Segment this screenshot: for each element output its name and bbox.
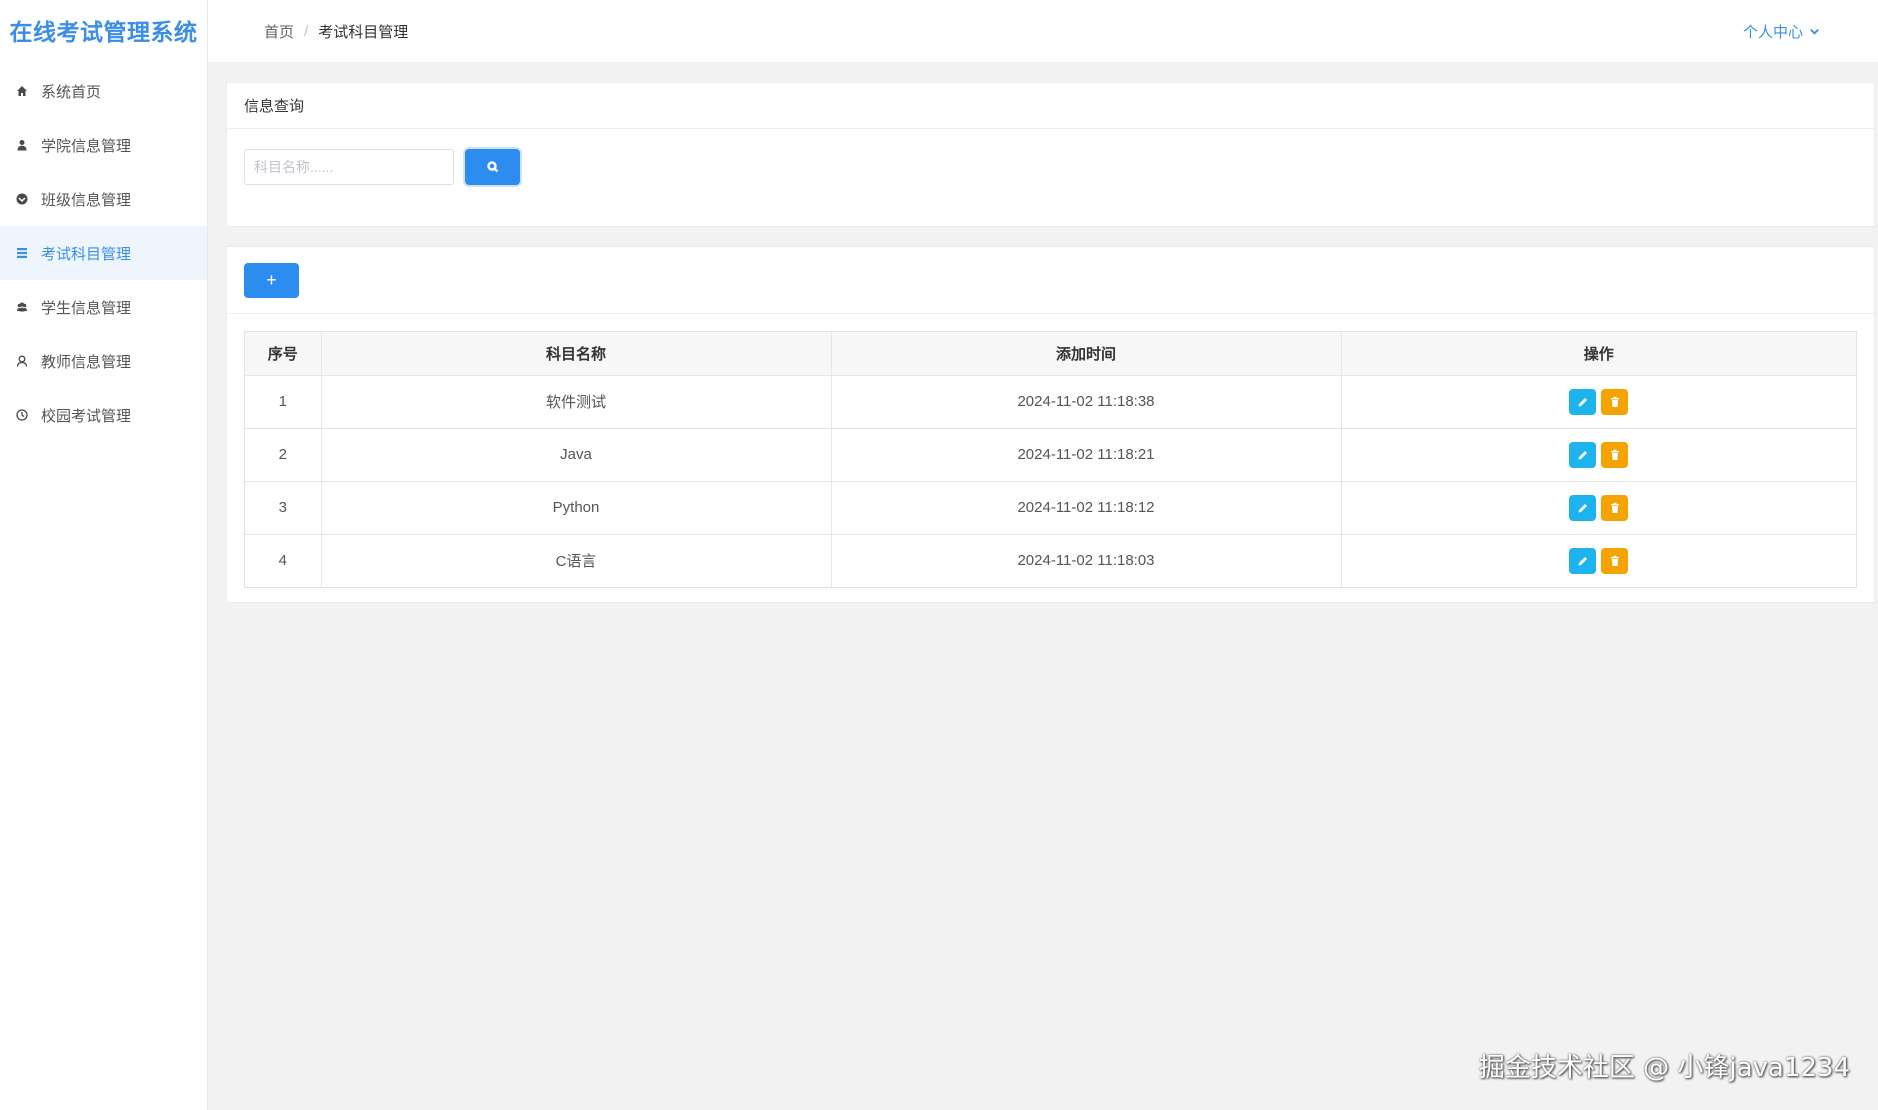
delete-button[interactable] [1601, 547, 1629, 574]
app-title: 在线考试管理系统 [9, 19, 198, 45]
row-actions [1569, 441, 1629, 468]
home-icon [15, 84, 29, 98]
trash-icon [1610, 396, 1619, 407]
sidebar-item-subject[interactable]: 考试科目管理 [0, 226, 207, 280]
breadcrumb-current: 考试科目管理 [318, 23, 409, 41]
teacher-icon [15, 354, 29, 368]
pencil-icon [1578, 397, 1587, 406]
edit-button[interactable] [1569, 388, 1597, 415]
sidebar-item-label: 校园考试管理 [41, 407, 132, 425]
sidebar-item-label: 系统首页 [41, 83, 102, 101]
header-index: 序号 [245, 332, 322, 376]
row-actions [1569, 547, 1629, 574]
topbar: 首页 / 考试科目管理 个人中心 [208, 0, 1878, 63]
header-time: 添加时间 [831, 332, 1342, 376]
sidebar-item-home[interactable]: 系统首页 [0, 64, 207, 118]
cell-time: 2024-11-02 11:18:03 [831, 534, 1342, 587]
pencil-icon [1578, 556, 1587, 566]
sidebar-item-label: 班级信息管理 [41, 191, 132, 209]
breadcrumb-separator: / [304, 22, 309, 40]
pencil-icon [1578, 503, 1587, 512]
delete-button[interactable] [1601, 441, 1629, 468]
cell-time: 2024-11-02 11:18:38 [831, 375, 1342, 429]
table-header-row: 序号 科目名称 添加时间 操作 [245, 332, 1856, 376]
table-row: 1 软件测试 2024-11-02 11:18:38 [245, 375, 1856, 429]
header-name: 科目名称 [321, 332, 832, 376]
clock-icon [15, 408, 29, 422]
subject-name-input[interactable] [244, 149, 454, 185]
trash-icon [1610, 502, 1619, 513]
cell-name: Python [321, 481, 832, 535]
chevron-down-icon [1810, 28, 1819, 35]
users-icon [15, 300, 29, 314]
header-ops: 操作 [1341, 332, 1856, 376]
row-actions [1569, 388, 1629, 415]
add-subject-button[interactable]: + [244, 262, 299, 298]
table-row: 3 Python 2024-11-02 11:18:12 [245, 481, 1856, 535]
pencil-icon [1578, 450, 1587, 459]
cell-name: 软件测试 [321, 375, 832, 429]
sidebar-item-label: 学院信息管理 [41, 137, 132, 155]
search-panel: 信息查询 [226, 82, 1875, 227]
cell-index: 4 [245, 534, 322, 587]
cell-ops [1341, 428, 1856, 482]
sidebar: 在线考试管理系统 系统首页 学院信息管理 班级信息管理 考试科目管理 学生信息管… [0, 0, 208, 1110]
cell-time: 2024-11-02 11:18:21 [831, 428, 1342, 482]
breadcrumb: 首页 / 考试科目管理 [208, 21, 408, 42]
table-row: 2 Java 2024-11-02 11:18:21 [245, 428, 1856, 482]
cell-ops [1341, 481, 1856, 535]
sidebar-item-label: 考试科目管理 [41, 245, 132, 263]
breadcrumb-home[interactable]: 首页 [264, 21, 294, 42]
trash-icon [1610, 449, 1619, 460]
sidebar-item-label: 学生信息管理 [41, 299, 132, 317]
search-icon [486, 161, 498, 173]
cell-name: C语言 [321, 534, 832, 587]
subject-table-wrapper: 序号 科目名称 添加时间 操作 1 软件测试 2024-11-02 11:18:… [244, 331, 1857, 588]
sidebar-item-class[interactable]: 班级信息管理 [0, 172, 207, 226]
list-icon [15, 246, 29, 260]
toolbar: + [227, 247, 1874, 314]
cell-index: 1 [245, 375, 322, 429]
search-row [227, 129, 1874, 185]
sidebar-item-teacher[interactable]: 教师信息管理 [0, 334, 207, 388]
user-center-dropdown[interactable]: 个人中心 [1743, 21, 1820, 42]
sidebar-item-student[interactable]: 学生信息管理 [0, 280, 207, 334]
table-row: 4 C语言 2024-11-02 11:18:03 [245, 534, 1856, 587]
cell-index: 3 [245, 481, 322, 535]
cell-ops [1341, 375, 1856, 429]
cell-time: 2024-11-02 11:18:12 [831, 481, 1342, 535]
watermark: 掘金技术社区 @ 小锋java1234 [1478, 1053, 1850, 1083]
edit-button[interactable] [1569, 494, 1597, 521]
sidebar-item-label: 教师信息管理 [41, 353, 132, 371]
user-center-label: 个人中心 [1742, 23, 1803, 41]
cell-index: 2 [245, 428, 322, 482]
circle-icon [15, 192, 29, 206]
cell-name: Java [321, 428, 832, 482]
subject-table: 序号 科目名称 添加时间 操作 1 软件测试 2024-11-02 11:18:… [245, 332, 1856, 587]
edit-button[interactable] [1569, 547, 1597, 574]
trash-icon [1610, 555, 1619, 566]
delete-button[interactable] [1601, 494, 1629, 521]
sidebar-menu: 系统首页 学院信息管理 班级信息管理 考试科目管理 学生信息管理 教师信息管理 … [0, 64, 207, 442]
row-actions [1569, 494, 1629, 521]
table-panel: + 序号 科目名称 添加时间 操作 1 软件测试 2024-11-02 11:1… [226, 246, 1875, 603]
delete-button[interactable] [1601, 388, 1629, 415]
edit-button[interactable] [1569, 441, 1597, 468]
sidebar-item-college[interactable]: 学院信息管理 [0, 118, 207, 172]
search-panel-title: 信息查询 [227, 83, 1874, 129]
cell-ops [1341, 534, 1856, 587]
search-button[interactable] [465, 149, 520, 185]
user-tie-icon [15, 138, 29, 152]
sidebar-item-exam[interactable]: 校园考试管理 [0, 388, 207, 442]
